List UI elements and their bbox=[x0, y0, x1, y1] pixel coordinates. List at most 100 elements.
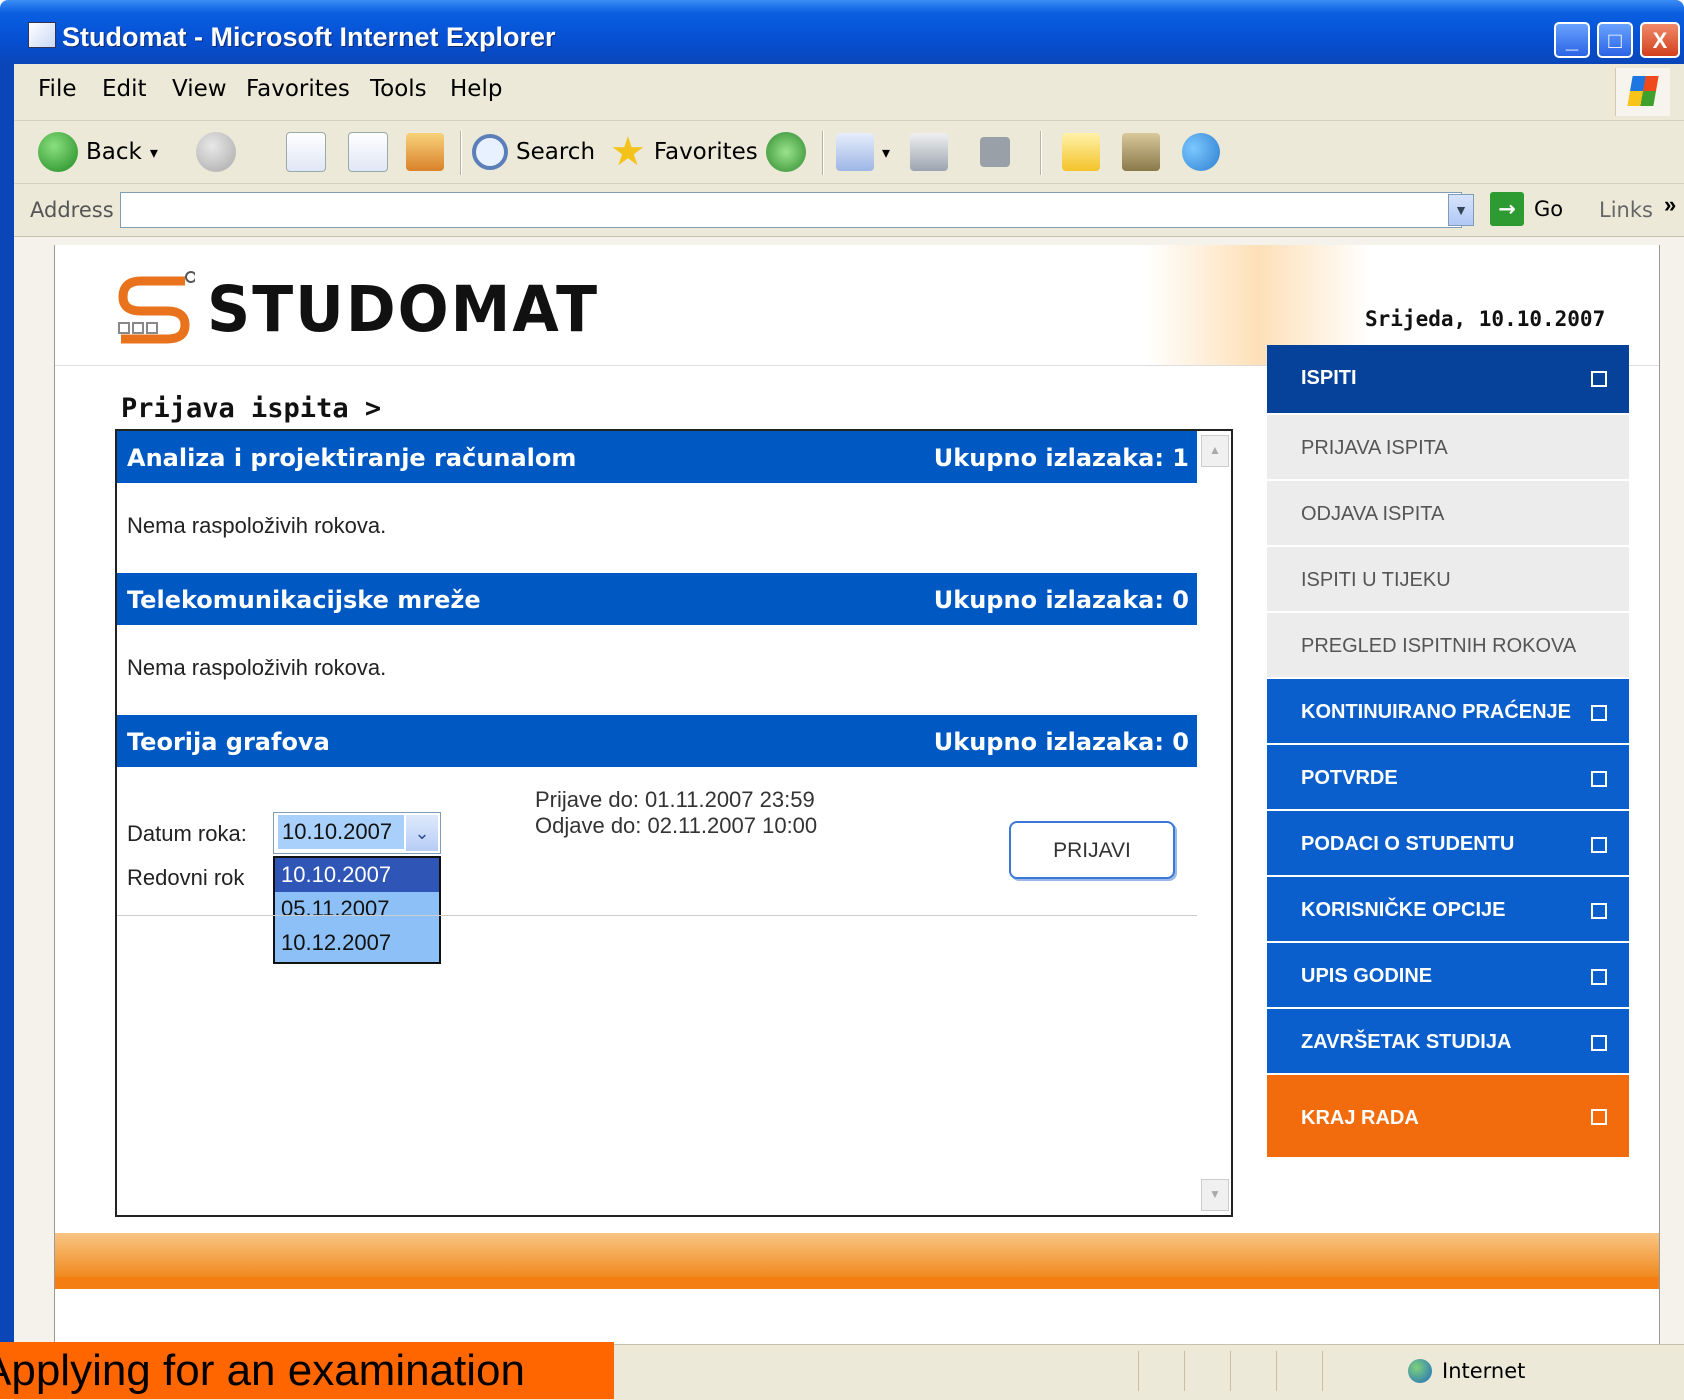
sidebar-section-ispiti[interactable]: ISPITI bbox=[1267, 345, 1629, 415]
status-divider bbox=[1230, 1351, 1231, 1391]
sidebar-item-kontinuirano[interactable]: KONTINUIRANO PRAĆENJE bbox=[1267, 679, 1629, 745]
menu-edit[interactable]: Edit bbox=[102, 76, 147, 102]
sidebar-item-label: PRIJAVA ISPITA bbox=[1301, 437, 1448, 459]
search-icon bbox=[472, 134, 508, 170]
status-divider bbox=[1322, 1351, 1323, 1391]
exam-panel: Analiza i projektiranje računalom Ukupno… bbox=[115, 429, 1233, 1217]
sidebar-item-ispiti-u-tijeku[interactable]: ISPITI U TIJEKU bbox=[1267, 547, 1629, 613]
note-icon bbox=[1062, 133, 1100, 171]
logout-icon[interactable] bbox=[1591, 1109, 1607, 1125]
sidebar-item-label: ISPITI U TIJEKU bbox=[1301, 569, 1451, 591]
search-button[interactable]: Search bbox=[472, 129, 595, 175]
window-title: Studomat - Microsoft Internet Explorer bbox=[62, 22, 556, 52]
attempt-count: Ukupno izlazaka: 1 bbox=[933, 444, 1189, 472]
title-bar[interactable]: Studomat - Microsoft Internet Explorer _… bbox=[0, 0, 1684, 64]
links-button[interactable]: Links bbox=[1599, 198, 1653, 222]
links-chevron-icon[interactable]: » bbox=[1664, 192, 1676, 218]
sidebar-item-zavrsetak[interactable]: ZAVRŠETAK STUDIJA bbox=[1267, 1009, 1629, 1075]
print-button[interactable] bbox=[910, 129, 948, 175]
status-divider bbox=[1138, 1351, 1139, 1391]
sidebar-item-podaci[interactable]: PODACI O STUDENTU bbox=[1267, 811, 1629, 877]
vertical-scrollbar[interactable]: ▲ ▼ bbox=[1197, 431, 1231, 1215]
date-label: Datum roka: bbox=[127, 821, 247, 846]
sidebar-item-potvrde[interactable]: POTVRDE bbox=[1267, 745, 1629, 811]
scroll-down-icon[interactable]: ▼ bbox=[1201, 1179, 1229, 1211]
window-frame bbox=[0, 64, 14, 1399]
sidebar-item-prijava-ispita[interactable]: PRIJAVA ISPITA bbox=[1267, 415, 1629, 481]
sidebar-item-korisnicke-opcije[interactable]: KORISNIČKE OPCIJE bbox=[1267, 877, 1629, 943]
stop-button[interactable] bbox=[286, 129, 326, 175]
close-button[interactable]: X bbox=[1640, 22, 1680, 58]
section-divider bbox=[117, 915, 1199, 916]
menu-view[interactable]: View bbox=[172, 76, 227, 102]
studomat-logo-icon bbox=[118, 271, 195, 344]
sidebar-item-label: KRAJ RADA bbox=[1301, 1107, 1419, 1129]
sidebar-item-pregled-rokova[interactable]: PREGLED ISPITNIH ROKOVA bbox=[1267, 613, 1629, 679]
mail-button[interactable]: ▾ bbox=[836, 129, 890, 175]
scroll-up-icon[interactable]: ▲ bbox=[1201, 435, 1229, 467]
go-arrow-icon: → bbox=[1490, 192, 1524, 226]
go-button[interactable]: → Go bbox=[1490, 192, 1563, 226]
menu-bar: File Edit View Favorites Tools Help bbox=[14, 64, 1684, 121]
menu-help[interactable]: Help bbox=[450, 76, 502, 102]
minimize-button[interactable]: _ bbox=[1554, 22, 1590, 58]
register-button[interactable]: PRIJAVI bbox=[1009, 821, 1175, 879]
sidebar-item-upis-godine[interactable]: UPIS GODINE bbox=[1267, 943, 1629, 1009]
mail-dropdown-icon[interactable]: ▾ bbox=[882, 143, 890, 162]
no-terms-message: Nema raspoloživih rokova. bbox=[127, 655, 387, 680]
date-option[interactable]: 05.11.2007 bbox=[275, 892, 439, 926]
collapse-icon[interactable] bbox=[1591, 371, 1607, 387]
date-option[interactable]: 10.10.2007 bbox=[275, 858, 439, 892]
sidebar-item-label: KONTINUIRANO PRAĆENJE bbox=[1301, 701, 1572, 723]
sidebar-item-logout[interactable]: KRAJ RADA bbox=[1267, 1075, 1629, 1159]
sidebar-item-label: ODJAVA ISPITA bbox=[1301, 503, 1445, 525]
back-dropdown-icon[interactable]: ▾ bbox=[150, 143, 158, 162]
expand-icon[interactable] bbox=[1591, 837, 1607, 853]
exam-date-select[interactable]: 10.10.2007 ⌄ bbox=[273, 812, 441, 854]
forward-button[interactable] bbox=[196, 129, 236, 175]
zone-label: Internet bbox=[1442, 1359, 1526, 1383]
favorites-star-icon: ★ bbox=[610, 129, 646, 175]
menu-file[interactable]: File bbox=[38, 76, 77, 102]
history-button[interactable] bbox=[766, 129, 806, 175]
forward-arrow-icon bbox=[196, 132, 236, 172]
course-header: Teorija grafova Ukupno izlazaka: 0 bbox=[117, 715, 1199, 767]
register-deadline: Prijave do: 01.11.2007 23:59 bbox=[535, 787, 815, 812]
discuss-button[interactable] bbox=[1062, 129, 1100, 175]
toolbar-separator bbox=[1040, 131, 1042, 175]
mail-icon bbox=[836, 133, 874, 171]
messenger-button[interactable] bbox=[1182, 129, 1220, 175]
menu-tools[interactable]: Tools bbox=[370, 76, 427, 102]
menu-favorites[interactable]: Favorites bbox=[246, 76, 350, 102]
expand-icon[interactable] bbox=[1591, 1035, 1607, 1051]
sidebar-item-odjava-ispita[interactable]: ODJAVA ISPITA bbox=[1267, 481, 1629, 547]
globe-icon bbox=[1408, 1359, 1432, 1383]
course-name: Teorija grafova bbox=[127, 728, 330, 756]
attempt-count: Ukupno izlazaka: 0 bbox=[933, 586, 1189, 614]
back-button[interactable]: Back ▾ bbox=[38, 129, 158, 175]
footer-band bbox=[55, 1233, 1659, 1277]
edit-button[interactable] bbox=[980, 129, 1010, 175]
messenger-icon bbox=[1182, 133, 1220, 171]
status-divider bbox=[1276, 1351, 1277, 1391]
breadcrumb[interactable]: Prijava ispita > bbox=[121, 393, 381, 424]
toolbar-separator bbox=[822, 131, 824, 175]
expand-icon[interactable] bbox=[1591, 903, 1607, 919]
chevron-down-icon[interactable]: ⌄ bbox=[406, 815, 438, 851]
address-input[interactable] bbox=[120, 192, 1462, 228]
expand-icon[interactable] bbox=[1591, 771, 1607, 787]
expand-icon[interactable] bbox=[1591, 969, 1607, 985]
favorites-button[interactable]: ★ Favorites bbox=[610, 129, 758, 175]
sidebar-section-label: ISPITI bbox=[1301, 367, 1357, 389]
address-dropdown-icon[interactable]: ▼ bbox=[1448, 194, 1474, 226]
research-button[interactable] bbox=[1122, 129, 1160, 175]
expand-icon[interactable] bbox=[1591, 705, 1607, 721]
term-type: Redovni rok bbox=[127, 865, 245, 890]
date-option[interactable]: 10.12.2007 bbox=[275, 926, 439, 960]
search-label: Search bbox=[516, 139, 596, 165]
caption-banner: Applying for an examination bbox=[0, 1342, 614, 1399]
refresh-button[interactable] bbox=[348, 129, 388, 175]
attempt-count: Ukupno izlazaka: 0 bbox=[933, 728, 1189, 756]
home-button[interactable] bbox=[406, 129, 444, 175]
maximize-button[interactable]: □ bbox=[1597, 22, 1633, 58]
